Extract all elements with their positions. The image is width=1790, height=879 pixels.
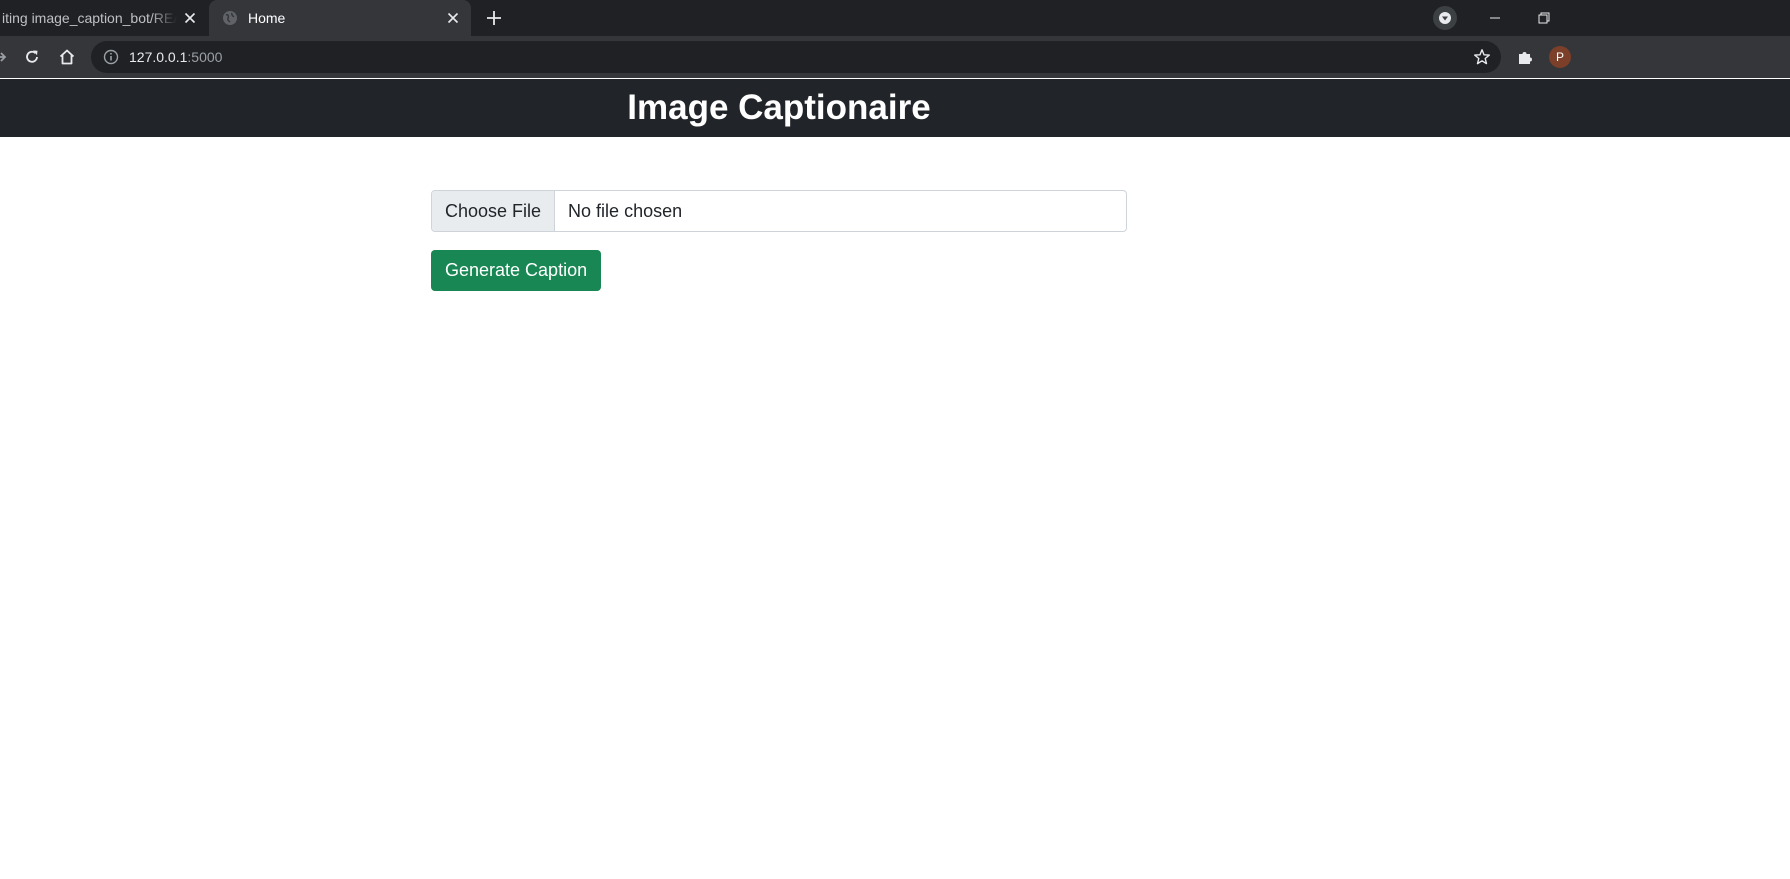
restore-icon [1538, 12, 1550, 24]
restore-button[interactable] [1521, 0, 1567, 36]
profile-initial: P [1555, 50, 1564, 64]
minimize-icon [1489, 12, 1501, 24]
tab-home[interactable]: Home [209, 0, 471, 36]
url-port: :5000 [187, 49, 223, 65]
tab-title: Home [248, 10, 286, 26]
extensions-button[interactable] [1513, 45, 1537, 69]
url-host: 127.0.0.1 [129, 49, 188, 65]
tab-editing-readme[interactable]: iting image_caption_bot/READ [0, 0, 208, 36]
close-icon[interactable] [444, 9, 462, 27]
plus-icon [486, 10, 502, 26]
file-input[interactable]: Choose File No file chosen [431, 190, 1127, 232]
generate-caption-button[interactable]: Generate Caption [431, 250, 602, 291]
address-bar[interactable]: 127.0.0.1:5000 [91, 41, 1501, 73]
choose-file-button[interactable]: Choose File [432, 191, 556, 231]
info-icon[interactable] [103, 49, 119, 65]
tab-search-button[interactable] [1433, 6, 1457, 30]
reload-icon [23, 48, 41, 66]
home-button[interactable] [55, 45, 79, 69]
page-title: Image Captionaire [627, 88, 931, 127]
extensions-icon [1516, 48, 1534, 66]
home-icon [58, 48, 76, 66]
globe-icon [222, 10, 238, 26]
tab-search-icon [1439, 12, 1451, 24]
minimize-button[interactable] [1472, 0, 1518, 36]
forward-arrow-icon [0, 49, 8, 65]
site-navbar: Image Captionaire [0, 79, 1790, 137]
tab-title: iting image_caption_bot/READ [2, 10, 177, 26]
close-icon[interactable] [181, 9, 199, 27]
browser-tab-strip: iting image_caption_bot/READ Home [0, 0, 1790, 36]
profile-avatar[interactable]: P [1549, 46, 1571, 68]
url-text[interactable]: 127.0.0.1:5000 [129, 49, 222, 65]
file-status-text: No file chosen [568, 200, 683, 221]
forward-button[interactable] [0, 45, 12, 69]
bookmark-star-icon[interactable] [1473, 48, 1491, 66]
reload-button[interactable] [20, 45, 44, 69]
new-tab-button[interactable] [480, 4, 508, 32]
browser-toolbar: 127.0.0.1:5000 P [0, 36, 1790, 78]
